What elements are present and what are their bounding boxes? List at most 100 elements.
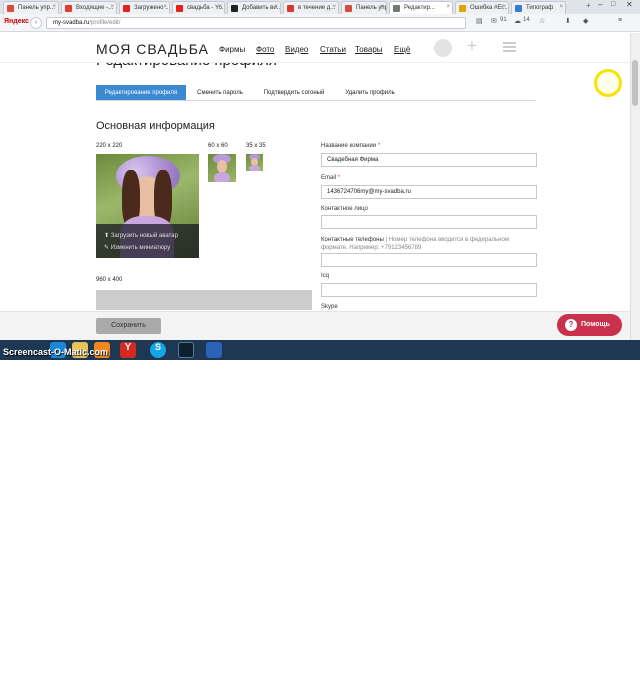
- section-title: Основная информация: [96, 120, 215, 132]
- browser-tab[interactable]: Панель упр...×: [3, 1, 59, 14]
- clock-date: 12.07.2015: [598, 691, 624, 697]
- maximize-button[interactable]: □: [611, 1, 615, 8]
- tab-label: Панель упр...: [18, 5, 55, 11]
- tab-close-icon[interactable]: ×: [446, 4, 450, 10]
- tab-close-icon[interactable]: ×: [274, 4, 278, 10]
- scrollbar-thumb[interactable]: [632, 60, 638, 106]
- phones-label: Контактные телефоны | Номер телефона вво…: [321, 237, 509, 251]
- browser-tab[interactable]: Загружено ... ×: [119, 1, 170, 14]
- company-label: Название компании *: [321, 143, 381, 149]
- size-label-large: 220 x 220: [96, 143, 123, 149]
- browser-brand: Яндекс: [4, 18, 29, 25]
- help-icon: ?: [565, 319, 577, 331]
- tab-label: Редактир...: [404, 5, 435, 11]
- menu-articles[interactable]: Статьи: [320, 45, 346, 54]
- tab-favicon-icon: [515, 5, 522, 12]
- tab-favicon-icon: [459, 5, 466, 12]
- minimize-button[interactable]: –: [598, 0, 602, 9]
- browser-tab[interactable]: Редактир... ×: [389, 1, 453, 14]
- company-input[interactable]: Свадебная Фирма: [321, 153, 537, 167]
- cursor-highlight: [594, 69, 622, 97]
- size-label-medium: 60 x 60: [208, 143, 228, 149]
- thumbnail-label: Изменить миниатюру: [110, 245, 171, 251]
- extension-icon[interactable]: ◆: [583, 17, 588, 25]
- menu-video[interactable]: Видео: [285, 45, 308, 54]
- browser-tab[interactable]: Панель упр...×: [341, 1, 387, 14]
- upload-label: Загрузить новый аватар: [110, 233, 178, 239]
- browser-tab[interactable]: свадьба - Yo... ×: [172, 1, 225, 14]
- skype-icon[interactable]: S: [150, 342, 166, 358]
- tab-favicon-icon: [231, 5, 238, 12]
- tab-favicon-icon: [123, 5, 130, 12]
- tab-close-icon[interactable]: ×: [218, 4, 222, 10]
- download-icon[interactable]: ⬇: [565, 17, 571, 25]
- size-label-small: 35 x 35: [246, 143, 266, 149]
- email-label: Email *: [321, 175, 341, 181]
- browser-tab[interactable]: Добавить ви... ×: [227, 1, 281, 14]
- tab-label: Типограф: [526, 5, 554, 11]
- recorder-icon[interactable]: [178, 342, 194, 358]
- watermark: Screencast-O-Matic.com: [3, 347, 109, 357]
- skype-label: Skype: [321, 304, 338, 310]
- menu-more[interactable]: Ещё: [394, 45, 410, 54]
- icq-label: Icq: [321, 273, 330, 279]
- change-thumbnail-link[interactable]: ✎ Изменить миниатюру: [104, 244, 170, 251]
- menu-photo[interactable]: Фото: [256, 45, 274, 54]
- add-icon[interactable]: +: [467, 36, 477, 56]
- clock-time: 21:39: [603, 682, 619, 688]
- tab-close-icon[interactable]: ×: [52, 4, 56, 10]
- phones-input[interactable]: [321, 253, 537, 267]
- tab-favicon-icon: [287, 5, 294, 12]
- browser-tab[interactable]: Ошибка #El... ×: [455, 1, 509, 14]
- save-button[interactable]: Сохранить: [96, 318, 161, 334]
- help-button[interactable]: ? Помощь: [557, 314, 622, 336]
- menu-goods[interactable]: Товары: [355, 45, 383, 54]
- weather-icon[interactable]: ☁: [514, 17, 521, 25]
- email-input[interactable]: 1436724706my@my-svadba.ru: [321, 185, 537, 199]
- language-indicator[interactable]: EN: [506, 687, 514, 693]
- bookmark-icon[interactable]: ☆: [539, 17, 545, 25]
- reader-icon[interactable]: ▤: [476, 17, 483, 25]
- tab-change-password[interactable]: Сменить пароль: [186, 85, 254, 100]
- avatar-small-photo: [246, 154, 263, 171]
- tab-favicon-icon: [7, 5, 14, 12]
- avatar[interactable]: [434, 39, 452, 57]
- upload-avatar-link[interactable]: ⬆ Загрузить новый аватар: [104, 232, 178, 239]
- close-window-button[interactable]: ✕: [626, 0, 633, 9]
- url-input[interactable]: my-svadba.ru/profile/edit/: [46, 17, 466, 29]
- contact-input[interactable]: [321, 215, 537, 229]
- tab-close-icon[interactable]: ×: [110, 4, 114, 10]
- browser-tab[interactable]: Типограф ×: [511, 1, 566, 14]
- tab-favicon-icon: [345, 5, 352, 12]
- tab-favicon-icon: [65, 5, 72, 12]
- menu-firms[interactable]: Фирмы: [219, 45, 245, 54]
- new-tab-button[interactable]: +: [586, 1, 591, 10]
- browser-tab[interactable]: в течение д... ×: [283, 1, 339, 14]
- site-logo[interactable]: МОЯ СВАДЬБА: [96, 41, 209, 57]
- mail-icon[interactable]: ✉: [491, 17, 497, 25]
- menu-icon[interactable]: ≡: [618, 17, 622, 24]
- back-icon[interactable]: ‹: [30, 17, 42, 29]
- browser-tab[interactable]: Входящие -... ×: [61, 1, 117, 14]
- avatar-overlay: ⬆ Загрузить новый аватар ✎ Изменить мини…: [96, 224, 199, 258]
- save-bar: [0, 311, 630, 340]
- header-front: МОЯ СВАДЬБА Фирмы Фото Видео Статьи Това…: [0, 33, 630, 63]
- tab-label: Входящие -...: [76, 5, 114, 11]
- tab-edit-profile[interactable]: Редактирование профиля: [96, 85, 186, 100]
- tab-close-icon[interactable]: ×: [163, 4, 167, 10]
- tab-close-icon[interactable]: ×: [559, 4, 563, 10]
- cover-image-placeholder[interactable]: [96, 290, 312, 310]
- tab-close-icon[interactable]: ×: [332, 4, 336, 10]
- address-bar: Яндекс ‹ my-svadba.ru/profile/edit/ ▤ ✉ …: [0, 14, 640, 32]
- icq-input[interactable]: [321, 283, 537, 297]
- tab-close-icon[interactable]: ×: [502, 4, 506, 10]
- tab-label: в течение д...: [298, 5, 336, 11]
- tab-delete-profile[interactable]: Удалить профиль: [338, 85, 402, 100]
- hamburger-icon[interactable]: [503, 42, 516, 52]
- yandex-browser-icon[interactable]: Y: [120, 342, 136, 358]
- word-icon[interactable]: [206, 342, 222, 358]
- tab-confirm-consent[interactable]: Подтвердить согоный: [256, 85, 332, 100]
- help-label: Помощь: [581, 321, 610, 328]
- url-host: my-svadba.ru: [53, 20, 90, 26]
- tab-close-icon[interactable]: ×: [380, 4, 384, 10]
